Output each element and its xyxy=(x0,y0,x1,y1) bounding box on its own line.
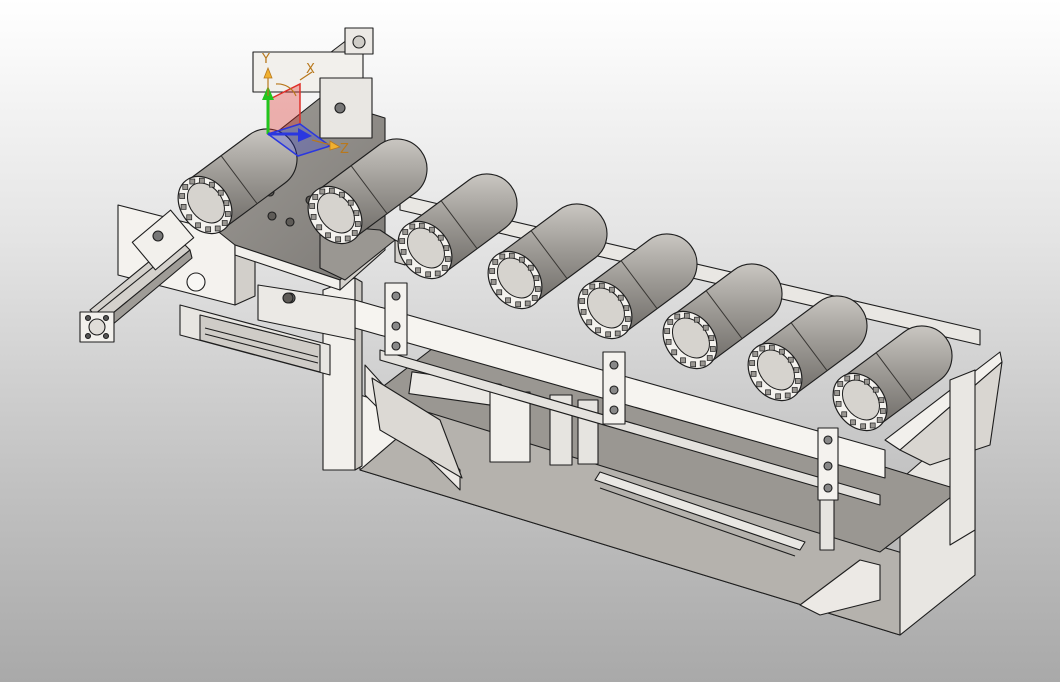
triad-y-label: Y xyxy=(262,52,270,67)
conveyor-end-block xyxy=(949,369,976,546)
triad-x-label: X xyxy=(306,62,315,77)
cad-viewport[interactable]: Y X Z xyxy=(0,0,1060,682)
bracket-bore xyxy=(186,272,206,292)
cylinder-block xyxy=(489,391,531,463)
triad-z-label: Z xyxy=(340,142,349,157)
machine-assembly-model[interactable] xyxy=(0,0,1060,682)
